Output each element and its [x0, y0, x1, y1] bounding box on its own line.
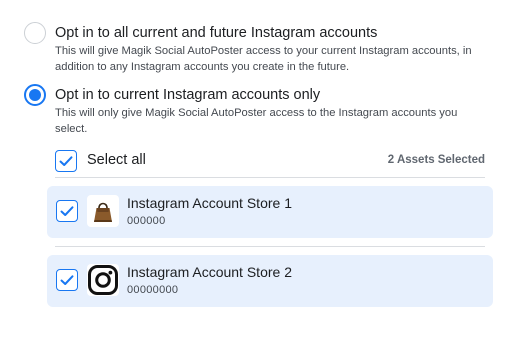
handbag-icon [87, 195, 119, 227]
account-id: 00000000 [127, 284, 179, 296]
option-current-accounts-title: Opt in to current Instagram accounts onl… [55, 87, 321, 103]
select-all-label: Select all [87, 152, 146, 168]
checkmark-icon [60, 206, 74, 216]
account-id: 000000 [127, 215, 166, 227]
option-all-accounts-description: This will give Magik Social AutoPoster a… [55, 45, 472, 73]
select-all-checkbox[interactable] [55, 150, 77, 172]
radio-current-accounts[interactable] [24, 84, 46, 106]
assets-count: 2 Assets [387, 154, 435, 166]
account-row[interactable]: Instagram Account Store 2 00000000 [47, 255, 493, 307]
checkmark-icon [59, 156, 73, 166]
account-name: Instagram Account Store 1 [127, 195, 292, 211]
divider [55, 177, 485, 178]
account-checkbox[interactable] [56, 200, 78, 222]
instagram-logo-icon [87, 264, 119, 296]
option-all-accounts-title: Opt in to all current and future Instagr… [55, 25, 378, 41]
option-current-accounts-description: This will only give Magik Social AutoPos… [55, 107, 458, 135]
assets-selected-count: 2 Assets Selected [388, 154, 485, 166]
radio-all-accounts[interactable] [24, 22, 46, 44]
divider [55, 246, 485, 247]
account-checkbox[interactable] [56, 269, 78, 291]
checkmark-icon [60, 275, 74, 285]
account-row[interactable]: Instagram Account Store 1 000000 [47, 186, 493, 238]
account-name: Instagram Account Store 2 [127, 264, 292, 280]
assets-count-suffix: Selected [437, 154, 485, 166]
